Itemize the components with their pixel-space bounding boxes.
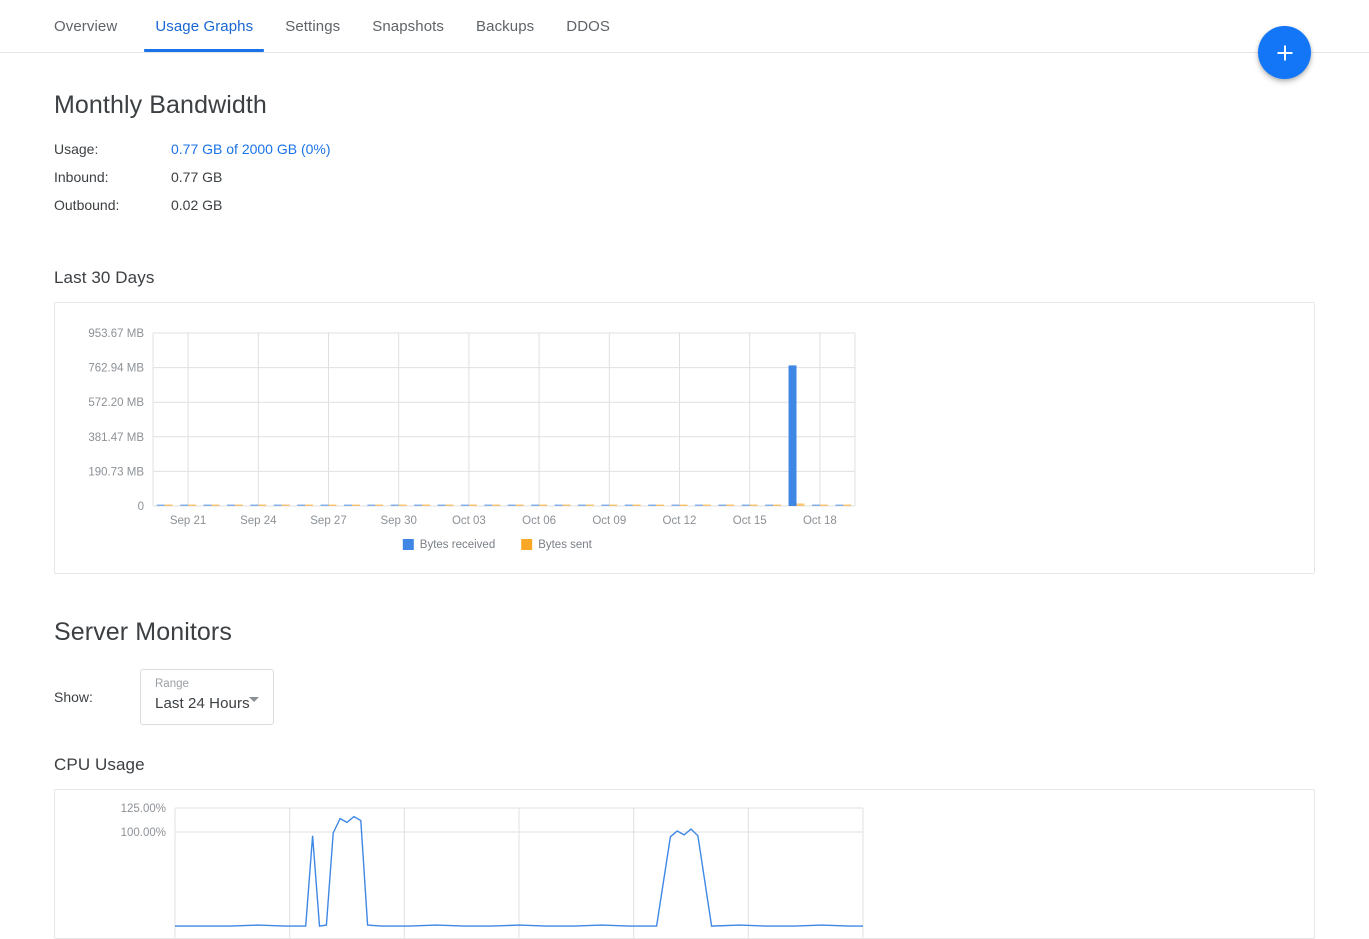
- svg-text:953.67 MB: 953.67 MB: [88, 328, 144, 340]
- tab-usage-graphs[interactable]: Usage Graphs: [139, 0, 269, 52]
- tab-label: Usage Graphs: [155, 17, 254, 35]
- plus-icon: [1277, 45, 1292, 60]
- svg-text:Oct 15: Oct 15: [733, 515, 767, 527]
- tab-label: Overview: [54, 17, 118, 35]
- bandwidth-chart-card[interactable]: 0 190.73 MB 381.47 MB 572.20 MB 762.94 MB 953…: [54, 302, 1315, 574]
- tab-ddos[interactable]: DDOS: [550, 0, 626, 52]
- chevron-down-icon: [249, 697, 259, 702]
- cpu-usage-chart[interactable]: 100.00% 125.00%: [55, 790, 1284, 939]
- svg-text:Oct 12: Oct 12: [663, 515, 697, 527]
- tab-bar: Overview Usage Graphs Settings Snapshots…: [0, 0, 1369, 53]
- svg-text:572.20 MB: 572.20 MB: [88, 397, 144, 409]
- bandwidth-chart[interactable]: 0 190.73 MB 381.47 MB 572.20 MB 762.94 MB 953…: [55, 303, 1284, 573]
- svg-text:Oct 09: Oct 09: [592, 515, 626, 527]
- page-content: Monthly Bandwidth Usage: 0.77 GB of 2000…: [0, 91, 1369, 939]
- tab-label: Snapshots: [372, 17, 445, 35]
- svg-text:381.47 MB: 381.47 MB: [88, 432, 144, 444]
- cpu-usage-title: CPU Usage: [54, 755, 145, 774]
- svg-text:Oct 06: Oct 06: [522, 515, 556, 527]
- svg-text:762.94 MB: 762.94 MB: [88, 363, 144, 375]
- stat-label: Inbound:: [54, 169, 109, 185]
- last-30-days-title: Last 30 Days: [54, 268, 155, 287]
- svg-text:Sep 30: Sep 30: [380, 515, 416, 527]
- tab-snapshots[interactable]: Snapshots: [356, 0, 460, 52]
- range-select-value: Last 24 Hours: [155, 694, 250, 712]
- usage-link[interactable]: 0.77 GB of 2000 GB (0%): [171, 141, 331, 157]
- stat-value: 0.77 GB: [171, 169, 223, 185]
- stat-label: Outbound:: [54, 197, 120, 213]
- range-select[interactable]: Range Last 24 Hours: [140, 669, 274, 725]
- range-select-floating-label: Range: [155, 678, 189, 690]
- svg-text:Oct 03: Oct 03: [452, 515, 486, 527]
- stat-row-inbound: Inbound: 0.77 GB: [54, 170, 331, 198]
- svg-text:0: 0: [138, 501, 144, 513]
- stat-value: 0.77 GB of 2000 GB (0%): [171, 142, 331, 170]
- stat-label: Usage:: [54, 141, 99, 157]
- tab-label: DDOS: [566, 17, 611, 35]
- svg-text:Oct 18: Oct 18: [803, 515, 837, 527]
- tab-backups[interactable]: Backups: [460, 0, 550, 52]
- server-monitors-title: Server Monitors: [54, 618, 232, 646]
- cpu-chart-card[interactable]: 100.00% 125.00%: [54, 789, 1315, 939]
- tab-settings[interactable]: Settings: [269, 0, 356, 52]
- svg-text:125.00%: 125.00%: [121, 803, 166, 815]
- svg-text:Bytes received: Bytes received: [420, 539, 495, 551]
- stat-row-usage: Usage: 0.77 GB of 2000 GB (0%): [54, 142, 331, 170]
- tab-overview[interactable]: Overview: [54, 0, 133, 52]
- show-label: Show:: [54, 689, 93, 705]
- tab-label: Settings: [285, 17, 341, 35]
- svg-text:100.00%: 100.00%: [121, 827, 166, 839]
- svg-text:Bytes sent: Bytes sent: [538, 539, 592, 551]
- svg-text:Sep 21: Sep 21: [170, 515, 206, 527]
- page-title: Monthly Bandwidth: [54, 91, 267, 119]
- tab-label: Backups: [476, 17, 535, 35]
- add-button[interactable]: [1258, 26, 1311, 79]
- stat-value: 0.02 GB: [171, 197, 223, 213]
- svg-text:Sep 24: Sep 24: [240, 515, 277, 527]
- svg-text:190.73 MB: 190.73 MB: [88, 466, 144, 478]
- svg-text:Sep 27: Sep 27: [310, 515, 346, 527]
- range-selector-row: Show: Range Last 24 Hours: [54, 669, 1315, 725]
- bandwidth-stats: Usage: 0.77 GB of 2000 GB (0%) Inbound: …: [54, 142, 331, 226]
- stat-row-outbound: Outbound: 0.02 GB: [54, 198, 331, 226]
